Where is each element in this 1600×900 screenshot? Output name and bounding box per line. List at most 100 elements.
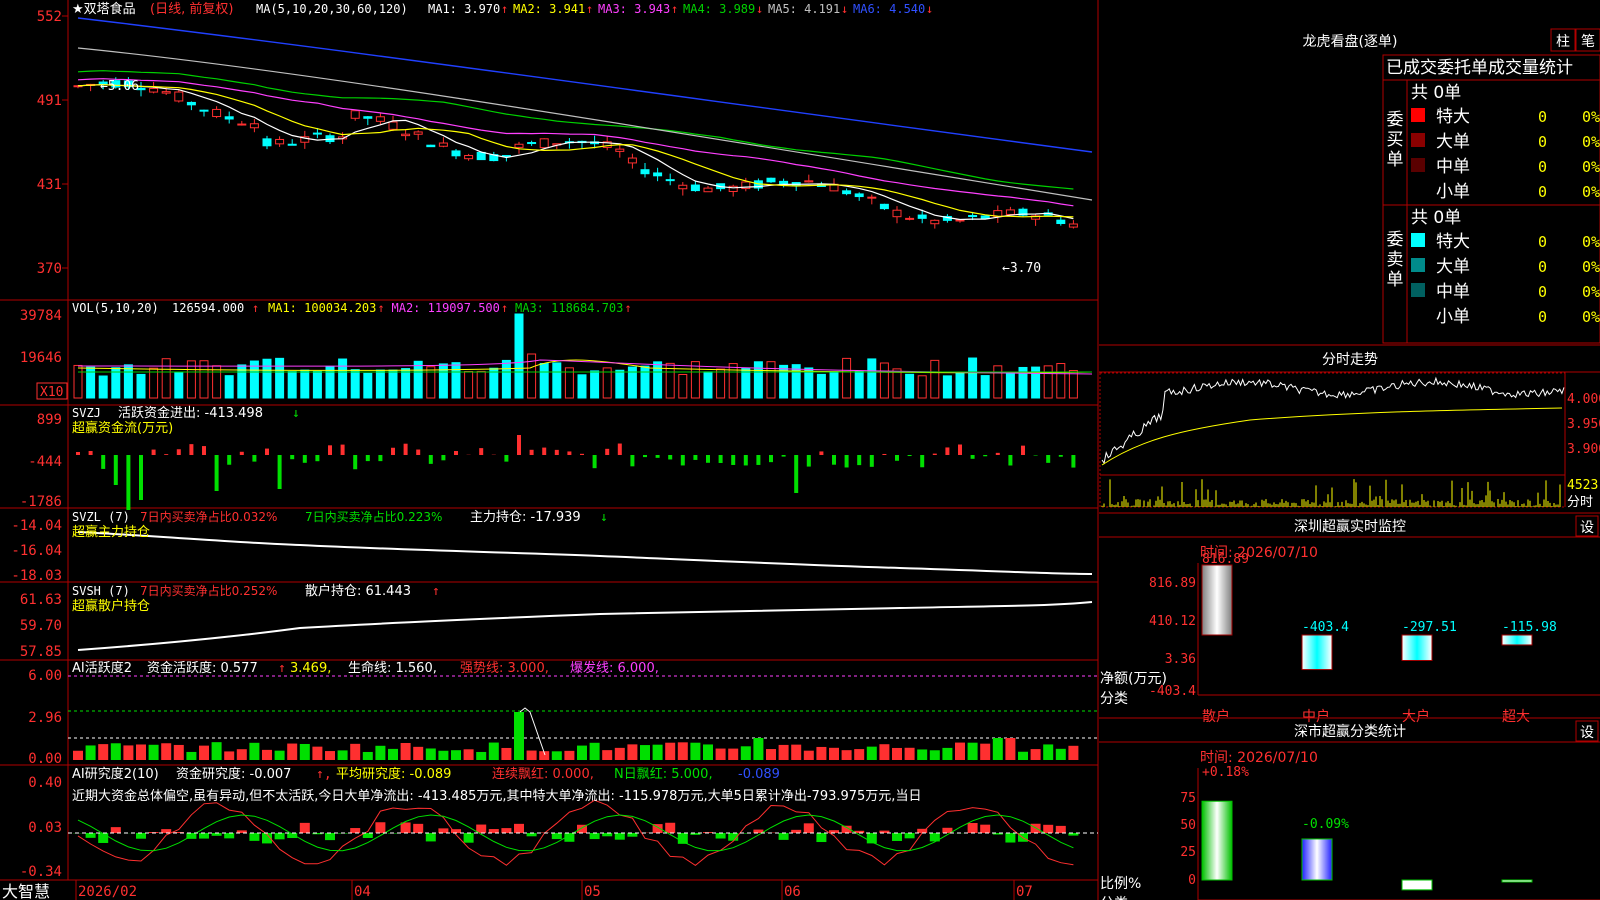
candle[interactable] [527,140,537,146]
candle[interactable] [640,163,650,178]
activity-bar[interactable] [677,742,688,760]
flow-bar[interactable] [164,454,169,455]
ai-activity-chart[interactable]: AI活跃度2 资金活跃度: 0.577 ↑ 3.469, 生命线: 1.560, 强势线:… [28,660,1098,767]
flow-bar[interactable] [202,446,206,455]
candle[interactable] [539,138,549,149]
flow-bar[interactable] [290,455,295,460]
volume-bar[interactable] [501,359,511,399]
candle[interactable] [1018,207,1028,217]
flow-bar[interactable] [1058,455,1063,457]
activity-bar[interactable] [425,748,436,760]
candle[interactable] [275,136,285,147]
sz_monitor-bar-rect[interactable] [1501,634,1533,646]
activity-bar[interactable] [85,745,96,760]
candle[interactable] [237,120,247,126]
flow-bar[interactable] [769,455,773,463]
activity-bar[interactable] [98,744,109,760]
flow-bar[interactable] [832,455,836,465]
flow-bar[interactable] [529,449,534,455]
activity-bar[interactable] [1043,744,1054,760]
candle[interactable] [300,130,310,149]
research-bar[interactable] [614,833,625,840]
candle[interactable] [627,153,637,169]
activity-bar[interactable] [274,750,285,760]
retail-holding-chart[interactable]: SVSH (7) 7日内买卖净占比0.252% 散户持仓: 61.443 ↑ 超赢散户持… [20,583,1093,660]
activity-bar[interactable] [110,743,121,760]
research-bar[interactable] [98,833,109,843]
activity-bar[interactable] [866,746,877,760]
volume-bar[interactable] [590,370,600,399]
flow-bar[interactable] [76,451,80,455]
activity-bar[interactable] [1055,748,1066,760]
flow-bar[interactable] [869,455,874,467]
flow-bar[interactable] [617,443,622,455]
flow-bar[interactable] [517,435,521,455]
volume-bar[interactable] [224,375,234,399]
candle[interactable] [854,192,864,201]
candle[interactable] [930,219,940,229]
activity-bar[interactable] [551,751,562,760]
sz_monitor-bar-rect[interactable] [1401,634,1433,661]
sz_stats-bar[interactable] [1301,838,1333,881]
volume-bar[interactable] [842,357,852,399]
research-bar[interactable] [627,833,638,837]
research-bar[interactable] [249,833,260,841]
activity-bar[interactable] [942,747,953,760]
candle[interactable] [766,177,776,183]
activity-bar[interactable] [299,743,310,760]
volume-bar[interactable] [123,364,133,399]
volume-bar[interactable] [942,375,952,399]
volume-bar[interactable] [388,369,398,399]
flow-bar[interactable] [239,451,244,455]
volume-chart[interactable]: VOL(5,10,20) 126594.000 ↑ MA1: 100034.203 ↑ M… [20,301,1093,400]
volume-bar[interactable] [816,373,826,399]
flow-bar[interactable] [907,455,912,457]
research-bar[interactable] [551,833,562,840]
flow-bar[interactable] [1008,455,1013,466]
activity-bar[interactable] [199,745,209,760]
flow-bar[interactable] [895,455,899,461]
volume-bar[interactable] [703,371,713,399]
activity-bar[interactable] [929,750,940,760]
activity-bar[interactable] [917,749,928,760]
candle[interactable] [438,137,448,148]
kline-chart[interactable]: 552 491 431 370 ←5.06 ←3.70 [37,9,1093,277]
research-bar[interactable] [803,823,814,833]
flow-bar[interactable] [630,455,635,467]
research-bar[interactable] [1005,833,1016,843]
candle[interactable] [1005,206,1015,216]
flow-bar[interactable] [643,455,647,458]
flow-bar[interactable] [328,445,332,455]
research-bar[interactable] [904,833,915,839]
activity-bar[interactable] [249,742,260,760]
candle[interactable] [224,111,234,124]
flow-bar[interactable] [781,455,786,457]
volume-bar[interactable] [980,375,990,399]
activity-bar[interactable] [1030,749,1041,760]
activity-bar[interactable] [803,750,814,760]
candle[interactable] [375,112,385,125]
volume-bar[interactable] [73,364,83,399]
activity-bar[interactable] [488,742,499,760]
fund-flow-chart[interactable]: SVZJ 活跃资金进出: -413.498 ↓ 超赢资金流(万元) 899 -444 -17… [20,405,1076,510]
flow-bar[interactable] [189,444,194,455]
activity-bar[interactable] [690,742,701,760]
volume-bar[interactable] [338,358,348,399]
candle[interactable] [350,110,360,121]
activity-bar[interactable] [287,743,298,760]
candle[interactable] [287,139,297,146]
candle[interactable] [489,151,499,162]
activity-bar[interactable] [438,750,449,760]
volume-bar[interactable] [968,357,978,399]
flow-bar[interactable] [970,455,975,459]
activity-bar[interactable] [816,746,827,760]
activity-bar[interactable] [879,744,890,760]
research-bar[interactable] [274,833,285,840]
research-bar[interactable] [350,828,361,833]
flow-bar[interactable] [403,443,408,455]
activity-bar[interactable] [992,738,1003,760]
activity-bar[interactable] [73,750,83,760]
research-bar[interactable] [501,828,512,833]
candle[interactable] [249,119,259,133]
flow-bar[interactable] [932,453,937,455]
